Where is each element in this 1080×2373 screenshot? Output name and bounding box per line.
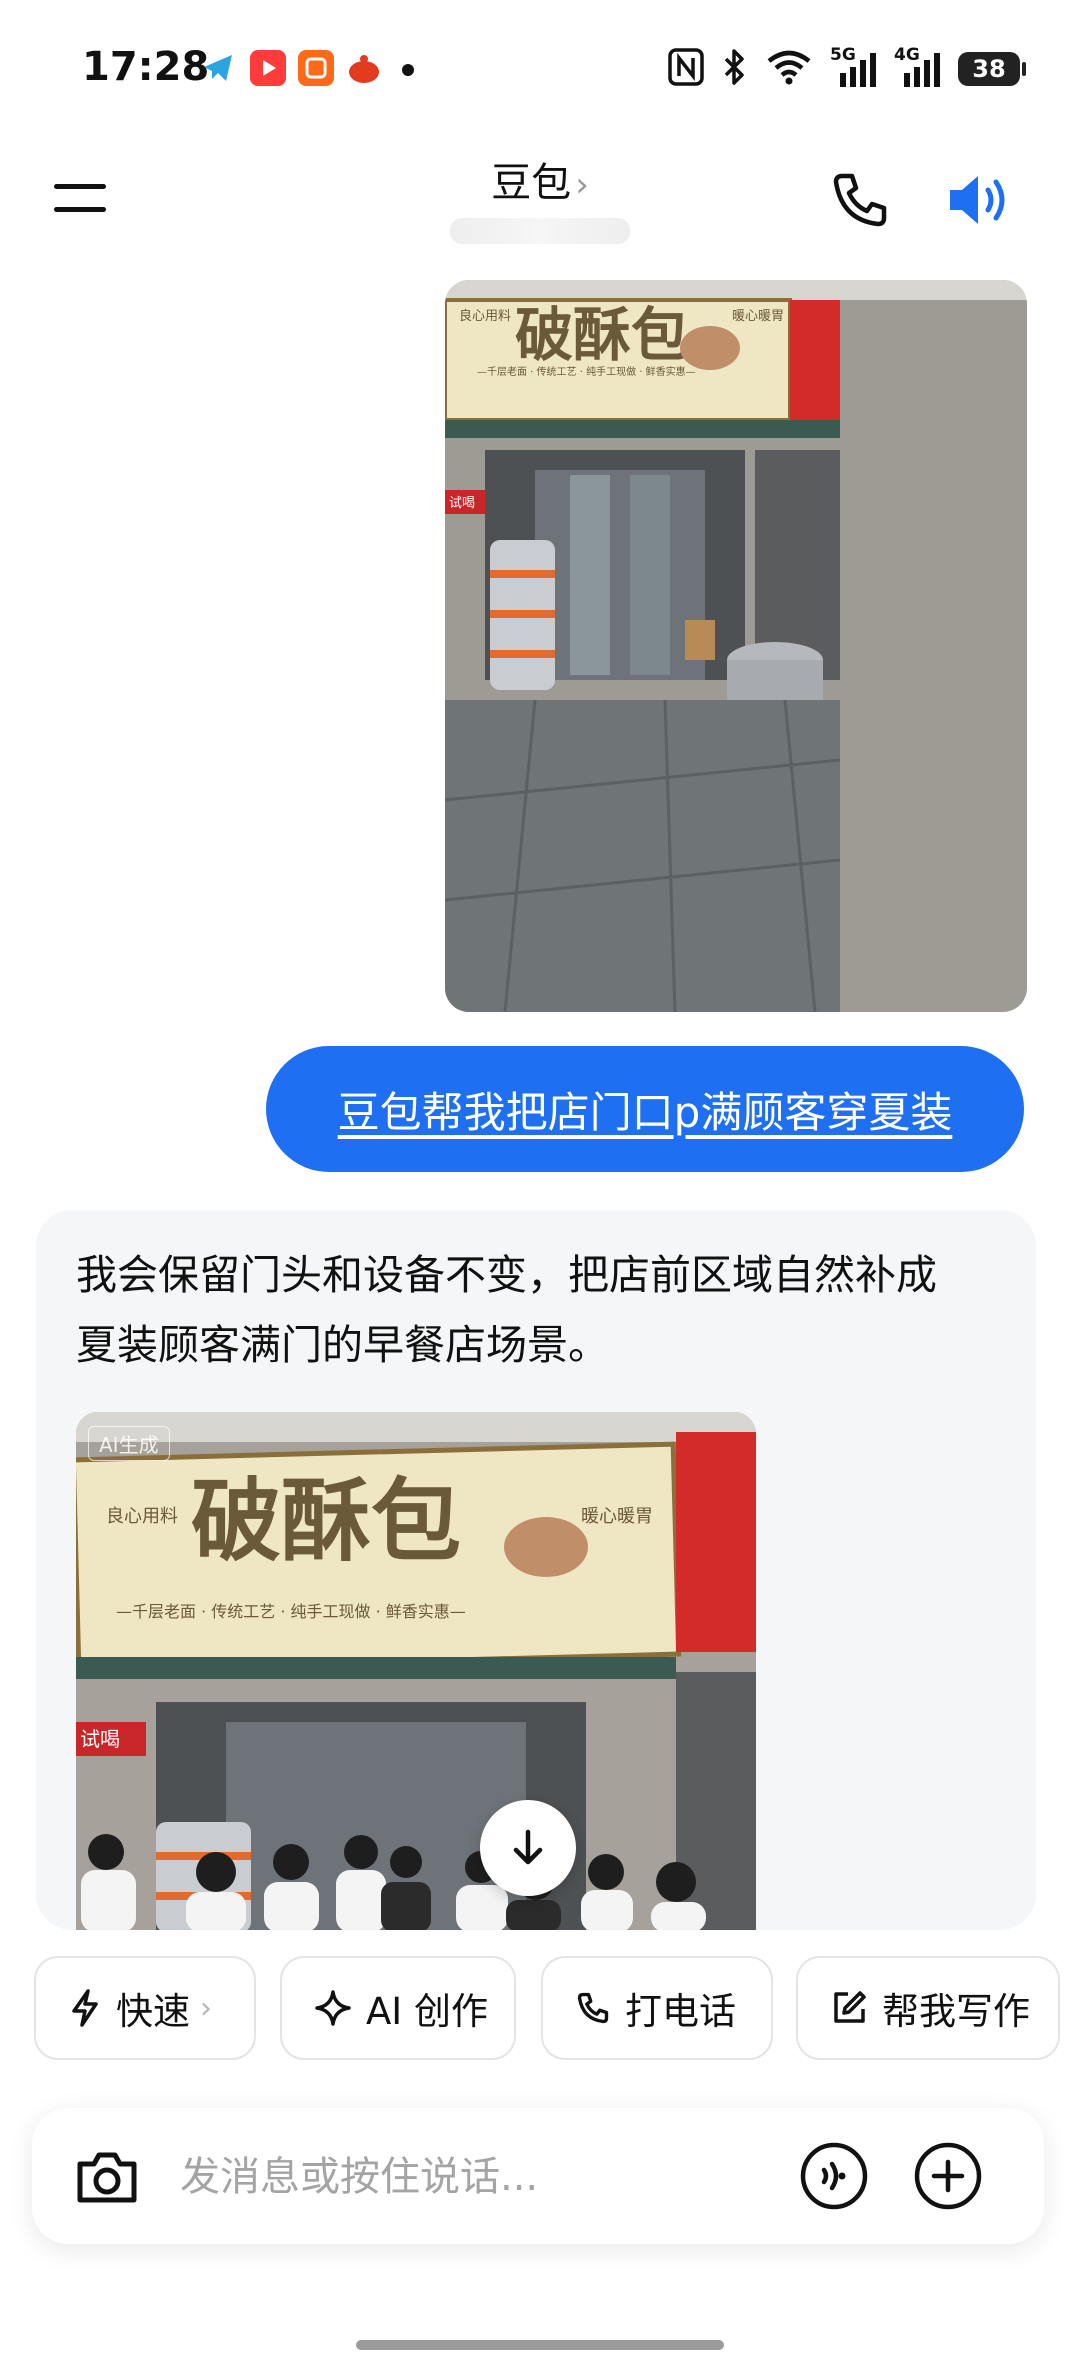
message-input[interactable] (180, 2142, 780, 2212)
ai-generated-tag: AI生成 (88, 1426, 170, 1461)
battery-level: 38 (972, 55, 1006, 83)
ai-generated-image[interactable]: 破酥包 —千层老面 · 传统工艺 · 纯手工现做 · 鲜香实惠— 暖心暖胃 良心… (76, 1412, 756, 1930)
home-indicator[interactable] (356, 2340, 724, 2350)
shopping-app-icon (298, 50, 334, 86)
ai-side-sign-text: 试喝 (80, 1727, 120, 1751)
signal-5g-icon: 5G (830, 45, 876, 89)
user-uploaded-image[interactable]: 破酥包 良心用料 暖心暖胃 —千层老面 · 传统工艺 · 纯手工现做 · 鲜香实… (445, 280, 1027, 1012)
camera-icon (77, 2152, 137, 2203)
chat-title-area[interactable]: 豆包 › (0, 150, 1080, 244)
quick-action-fast-label: 快速 (116, 1990, 190, 2033)
side-sign-text: 试喝 (449, 496, 475, 511)
edit-icon (834, 1991, 866, 2023)
user-message-text: 豆包帮我把店门口p满顾客穿夏装 (337, 1087, 953, 1137)
arrow-down-icon (513, 1829, 543, 1865)
phone-icon (833, 173, 887, 227)
quick-action-write[interactable]: 帮我写作 (796, 1956, 1060, 2060)
store-sign-slogan: —千层老面 · 传统工艺 · 纯手工现做 · 鲜香实惠— (477, 365, 696, 378)
plus-circle-icon (914, 2142, 982, 2210)
wifi-icon (766, 49, 812, 89)
status-time: 17:28 (82, 44, 210, 90)
chat-title: 豆包 (491, 160, 572, 206)
ai-store-sign-slogan: —千层老面 · 传统工艺 · 纯手工现做 · 鲜香实惠— (116, 1602, 466, 1621)
ai-store-sign-right-text: 暖心暖胃 (581, 1506, 653, 1527)
title-chevron-icon: › (575, 165, 589, 205)
blurred-subtitle (450, 218, 630, 244)
quick-action-write-label: 帮我写作 (882, 1990, 1030, 2033)
store-sign-left-text: 良心用料 (459, 308, 511, 324)
quick-action-call[interactable]: 打电话 (541, 1956, 773, 2060)
signal-4g-icon: 4G (894, 45, 940, 89)
ai-store-sign-left-text: 良心用料 (106, 1506, 178, 1527)
scroll-to-bottom-button[interactable] (480, 1800, 576, 1896)
chevron-right-icon: › (200, 1990, 212, 2026)
red-app-icon (346, 50, 382, 86)
store-sign-right-text: 暖心暖胃 (732, 309, 784, 324)
bluetooth-icon (722, 47, 748, 91)
camera-button[interactable] (72, 2142, 142, 2212)
system-status-icons: 5G 4G 38 (668, 44, 1026, 94)
voice-playback-button[interactable] (944, 168, 1014, 232)
voice-call-button[interactable] (798, 2140, 870, 2212)
store-sign-name: 破酥包 (515, 301, 689, 369)
ai-reply-text: 我会保留门头和设备不变，把店前区域自然补成夏装顾客满门的早餐店场景。 (76, 1251, 937, 1369)
quick-action-ai-create-label: AI 创作 (366, 1990, 488, 2033)
sparkle-icon (315, 1990, 351, 2026)
quick-action-call-label: 打电话 (625, 1990, 736, 2033)
video-app-icon (250, 50, 286, 86)
message-input-bar (32, 2108, 1044, 2244)
ai-store-sign-name: 破酥包 (191, 1468, 461, 1574)
telegram-icon (200, 50, 236, 86)
status-bar: 17:28 5G 4G 38 (0, 0, 1080, 140)
chat-header: 豆包 › (0, 140, 1080, 270)
speaker-icon (950, 176, 1005, 224)
lightning-icon (72, 1989, 98, 2027)
battery-icon: 38 (958, 52, 1026, 86)
voice-wave-icon (800, 2142, 868, 2210)
quick-action-fast[interactable]: 快速 › (34, 1956, 256, 2060)
user-message-bubble[interactable]: 豆包帮我把店门口p满顾客穿夏装 (266, 1046, 1024, 1172)
nfc-icon (668, 48, 704, 90)
phone-call-button[interactable] (828, 168, 892, 232)
phone-icon (577, 1992, 609, 2024)
quick-actions-bar: 快速 › AI 创作 打电话 帮我写作 (0, 1956, 1080, 2060)
add-attachment-button[interactable] (912, 2140, 984, 2212)
more-notifications-dot (402, 64, 414, 76)
quick-action-ai-create[interactable]: AI 创作 (280, 1956, 516, 2060)
